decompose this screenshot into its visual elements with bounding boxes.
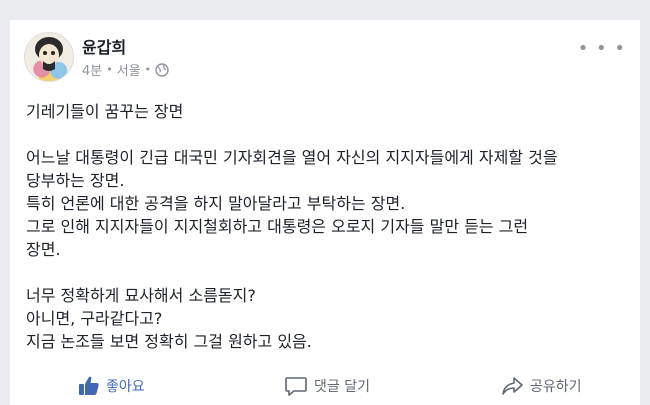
meta-separator: •	[144, 63, 152, 76]
comment-label: 댓글 달기	[314, 379, 370, 395]
post-text: 기레기들이 꿈꾸는 장면 어느날 대통령이 긴급 대국민 기자회견을 열어 자신…	[26, 100, 624, 353]
share-label: 공유하기	[530, 379, 582, 395]
meta-separator: •	[106, 63, 113, 76]
post-line: 그로 인해 지지자들이 지지철회하고 대통령은 오로지 기자들 말만 듣는 그런	[26, 217, 529, 236]
post-card: 윤갑희 4분 • 서울 • • • • 기레기들이 꿈꾸는 장면 어느날 대통령…	[10, 20, 640, 405]
like-button[interactable]: 좋아요	[78, 375, 145, 397]
like-label: 좋아요	[106, 379, 145, 395]
post-line: 장면.	[26, 240, 61, 259]
post-line: 어느날 대통령이 긴급 대국민 기자회견을 열어 자신의 지지자들에게 자제할 …	[26, 148, 558, 167]
post-line: 지금 논조들 보면 정확히 그걸 원하고 있음.	[26, 332, 312, 351]
avatar-illustration-icon	[35, 37, 63, 71]
post-line: 아니면, 구라같다고?	[26, 309, 163, 328]
post-actions-bar: 좋아요 댓글 달기 공유하기	[10, 368, 640, 404]
post-title-line: 기레기들이 꿈꾸는 장면	[26, 102, 184, 121]
thumbs-up-icon	[79, 376, 99, 395]
comment-bubble-icon	[285, 377, 307, 396]
globe-icon	[155, 62, 169, 77]
post-header: 윤갑희 4분 • 서울 • • • •	[24, 32, 626, 84]
comment-button[interactable]: 댓글 달기	[284, 375, 370, 397]
post-line: 너무 정확하게 묘사해서 소름돋지?	[26, 286, 256, 305]
author-name[interactable]: 윤갑희	[82, 34, 126, 58]
post-line: 특히 언론에 대한 공격을 하지 말아달라고 부탁하는 장면.	[26, 194, 406, 213]
share-arrow-icon	[502, 377, 523, 395]
post-meta: 4분 • 서울 •	[82, 60, 169, 79]
share-button[interactable]: 공유하기	[500, 375, 582, 397]
post-time[interactable]: 4분	[82, 60, 102, 79]
avatar[interactable]	[24, 32, 74, 82]
post-location[interactable]: 서울	[117, 60, 141, 79]
post-line: 당부하는 장면.	[26, 171, 125, 190]
more-dots-icon[interactable]: • • •	[578, 38, 626, 59]
